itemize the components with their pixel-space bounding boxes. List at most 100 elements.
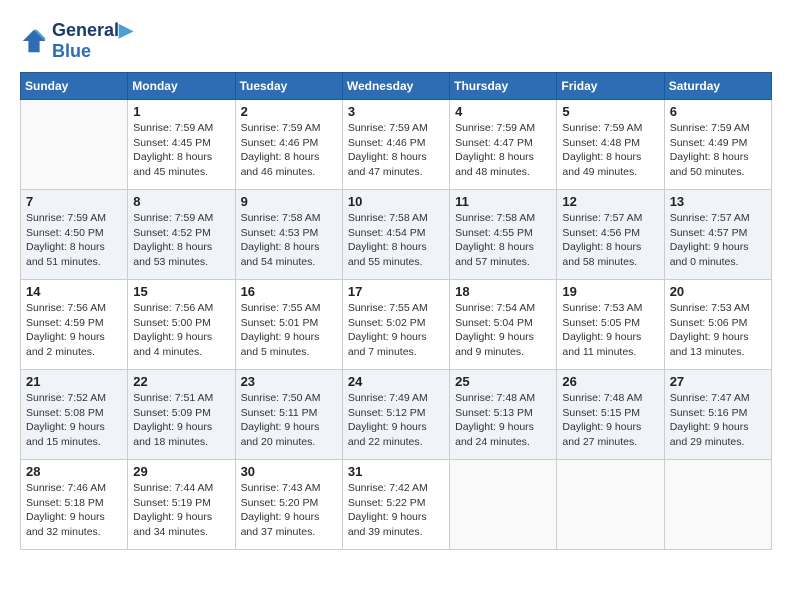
- day-number: 27: [670, 374, 766, 389]
- weekday-sunday: Sunday: [21, 73, 128, 100]
- day-cell: [450, 460, 557, 550]
- day-info: Sunrise: 7:42 AM Sunset: 5:22 PM Dayligh…: [348, 481, 444, 540]
- day-number: 14: [26, 284, 122, 299]
- week-row-5: 28 Sunrise: 7:46 AM Sunset: 5:18 PM Dayli…: [21, 460, 772, 550]
- day-cell: 8 Sunrise: 7:59 AM Sunset: 4:52 PM Daylig…: [128, 190, 235, 280]
- day-info: Sunrise: 7:54 AM Sunset: 5:04 PM Dayligh…: [455, 301, 551, 360]
- calendar-body: 1 Sunrise: 7:59 AM Sunset: 4:45 PM Daylig…: [21, 100, 772, 550]
- day-number: 8: [133, 194, 229, 209]
- weekday-wednesday: Wednesday: [342, 73, 449, 100]
- logo: General▶ Blue: [20, 20, 133, 62]
- day-number: 23: [241, 374, 337, 389]
- day-info: Sunrise: 7:59 AM Sunset: 4:49 PM Dayligh…: [670, 121, 766, 180]
- day-cell: 31 Sunrise: 7:42 AM Sunset: 5:22 PM Dayli…: [342, 460, 449, 550]
- week-row-2: 7 Sunrise: 7:59 AM Sunset: 4:50 PM Daylig…: [21, 190, 772, 280]
- day-cell: 28 Sunrise: 7:46 AM Sunset: 5:18 PM Dayli…: [21, 460, 128, 550]
- day-number: 25: [455, 374, 551, 389]
- day-number: 2: [241, 104, 337, 119]
- day-number: 1: [133, 104, 229, 119]
- day-number: 4: [455, 104, 551, 119]
- day-info: Sunrise: 7:43 AM Sunset: 5:20 PM Dayligh…: [241, 481, 337, 540]
- day-number: 12: [562, 194, 658, 209]
- week-row-1: 1 Sunrise: 7:59 AM Sunset: 4:45 PM Daylig…: [21, 100, 772, 190]
- day-number: 18: [455, 284, 551, 299]
- weekday-header-row: SundayMondayTuesdayWednesdayThursdayFrid…: [21, 73, 772, 100]
- day-number: 29: [133, 464, 229, 479]
- logo-icon: [20, 27, 48, 55]
- header: General▶ Blue: [20, 20, 772, 62]
- day-number: 21: [26, 374, 122, 389]
- day-cell: 1 Sunrise: 7:59 AM Sunset: 4:45 PM Daylig…: [128, 100, 235, 190]
- day-info: Sunrise: 7:48 AM Sunset: 5:13 PM Dayligh…: [455, 391, 551, 450]
- day-number: 22: [133, 374, 229, 389]
- day-cell: 27Sunrise: 7:47 AM Sunset: 5:16 PM Dayli…: [664, 370, 771, 460]
- day-info: Sunrise: 7:58 AM Sunset: 4:53 PM Dayligh…: [241, 211, 337, 270]
- day-cell: 4 Sunrise: 7:59 AM Sunset: 4:47 PM Daylig…: [450, 100, 557, 190]
- day-cell: 16Sunrise: 7:55 AM Sunset: 5:01 PM Dayli…: [235, 280, 342, 370]
- weekday-thursday: Thursday: [450, 73, 557, 100]
- day-info: Sunrise: 7:59 AM Sunset: 4:47 PM Dayligh…: [455, 121, 551, 180]
- day-info: Sunrise: 7:55 AM Sunset: 5:02 PM Dayligh…: [348, 301, 444, 360]
- day-info: Sunrise: 7:53 AM Sunset: 5:06 PM Dayligh…: [670, 301, 766, 360]
- day-cell: 6 Sunrise: 7:59 AM Sunset: 4:49 PM Daylig…: [664, 100, 771, 190]
- day-number: 6: [670, 104, 766, 119]
- day-number: 20: [670, 284, 766, 299]
- day-info: Sunrise: 7:51 AM Sunset: 5:09 PM Dayligh…: [133, 391, 229, 450]
- weekday-tuesday: Tuesday: [235, 73, 342, 100]
- day-cell: 24 Sunrise: 7:49 AM Sunset: 5:12 PM Dayli…: [342, 370, 449, 460]
- day-cell: 5 Sunrise: 7:59 AM Sunset: 4:48 PM Daylig…: [557, 100, 664, 190]
- calendar: SundayMondayTuesdayWednesdayThursdayFrid…: [20, 72, 772, 550]
- day-info: Sunrise: 7:49 AM Sunset: 5:12 PM Dayligh…: [348, 391, 444, 450]
- day-cell: 13Sunrise: 7:57 AM Sunset: 4:57 PM Dayli…: [664, 190, 771, 280]
- weekday-saturday: Saturday: [664, 73, 771, 100]
- day-cell: 17 Sunrise: 7:55 AM Sunset: 5:02 PM Dayli…: [342, 280, 449, 370]
- day-cell: [21, 100, 128, 190]
- day-cell: 18 Sunrise: 7:54 AM Sunset: 5:04 PM Dayli…: [450, 280, 557, 370]
- day-number: 11: [455, 194, 551, 209]
- day-cell: [664, 460, 771, 550]
- week-row-3: 14 Sunrise: 7:56 AM Sunset: 4:59 PM Dayli…: [21, 280, 772, 370]
- day-number: 17: [348, 284, 444, 299]
- day-number: 26: [562, 374, 658, 389]
- day-number: 3: [348, 104, 444, 119]
- weekday-monday: Monday: [128, 73, 235, 100]
- day-number: 15: [133, 284, 229, 299]
- day-cell: 19Sunrise: 7:53 AM Sunset: 5:05 PM Dayli…: [557, 280, 664, 370]
- day-info: Sunrise: 7:56 AM Sunset: 4:59 PM Dayligh…: [26, 301, 122, 360]
- day-info: Sunrise: 7:59 AM Sunset: 4:46 PM Dayligh…: [241, 121, 337, 180]
- day-cell: 3 Sunrise: 7:59 AM Sunset: 4:46 PM Daylig…: [342, 100, 449, 190]
- day-number: 5: [562, 104, 658, 119]
- day-cell: 14 Sunrise: 7:56 AM Sunset: 4:59 PM Dayli…: [21, 280, 128, 370]
- day-number: 24: [348, 374, 444, 389]
- day-cell: 29 Sunrise: 7:44 AM Sunset: 5:19 PM Dayli…: [128, 460, 235, 550]
- day-cell: 30Sunrise: 7:43 AM Sunset: 5:20 PM Dayli…: [235, 460, 342, 550]
- day-info: Sunrise: 7:55 AM Sunset: 5:01 PM Dayligh…: [241, 301, 337, 360]
- day-info: Sunrise: 7:58 AM Sunset: 4:55 PM Dayligh…: [455, 211, 551, 270]
- day-info: Sunrise: 7:59 AM Sunset: 4:50 PM Dayligh…: [26, 211, 122, 270]
- day-cell: 7 Sunrise: 7:59 AM Sunset: 4:50 PM Daylig…: [21, 190, 128, 280]
- day-cell: 11 Sunrise: 7:58 AM Sunset: 4:55 PM Dayli…: [450, 190, 557, 280]
- day-cell: 23 Sunrise: 7:50 AM Sunset: 5:11 PM Dayli…: [235, 370, 342, 460]
- day-cell: 2 Sunrise: 7:59 AM Sunset: 4:46 PM Daylig…: [235, 100, 342, 190]
- logo-text: General▶ Blue: [52, 20, 133, 62]
- day-cell: 25 Sunrise: 7:48 AM Sunset: 5:13 PM Dayli…: [450, 370, 557, 460]
- weekday-friday: Friday: [557, 73, 664, 100]
- day-info: Sunrise: 7:59 AM Sunset: 4:48 PM Dayligh…: [562, 121, 658, 180]
- day-cell: 9Sunrise: 7:58 AM Sunset: 4:53 PM Daylig…: [235, 190, 342, 280]
- day-info: Sunrise: 7:59 AM Sunset: 4:45 PM Dayligh…: [133, 121, 229, 180]
- day-number: 7: [26, 194, 122, 209]
- day-info: Sunrise: 7:44 AM Sunset: 5:19 PM Dayligh…: [133, 481, 229, 540]
- day-cell: [557, 460, 664, 550]
- day-info: Sunrise: 7:48 AM Sunset: 5:15 PM Dayligh…: [562, 391, 658, 450]
- week-row-4: 21Sunrise: 7:52 AM Sunset: 5:08 PM Dayli…: [21, 370, 772, 460]
- day-number: 31: [348, 464, 444, 479]
- day-info: Sunrise: 7:50 AM Sunset: 5:11 PM Dayligh…: [241, 391, 337, 450]
- day-info: Sunrise: 7:59 AM Sunset: 4:46 PM Dayligh…: [348, 121, 444, 180]
- day-info: Sunrise: 7:56 AM Sunset: 5:00 PM Dayligh…: [133, 301, 229, 360]
- day-number: 10: [348, 194, 444, 209]
- day-cell: 12Sunrise: 7:57 AM Sunset: 4:56 PM Dayli…: [557, 190, 664, 280]
- day-number: 28: [26, 464, 122, 479]
- day-info: Sunrise: 7:46 AM Sunset: 5:18 PM Dayligh…: [26, 481, 122, 540]
- day-info: Sunrise: 7:59 AM Sunset: 4:52 PM Dayligh…: [133, 211, 229, 270]
- day-number: 19: [562, 284, 658, 299]
